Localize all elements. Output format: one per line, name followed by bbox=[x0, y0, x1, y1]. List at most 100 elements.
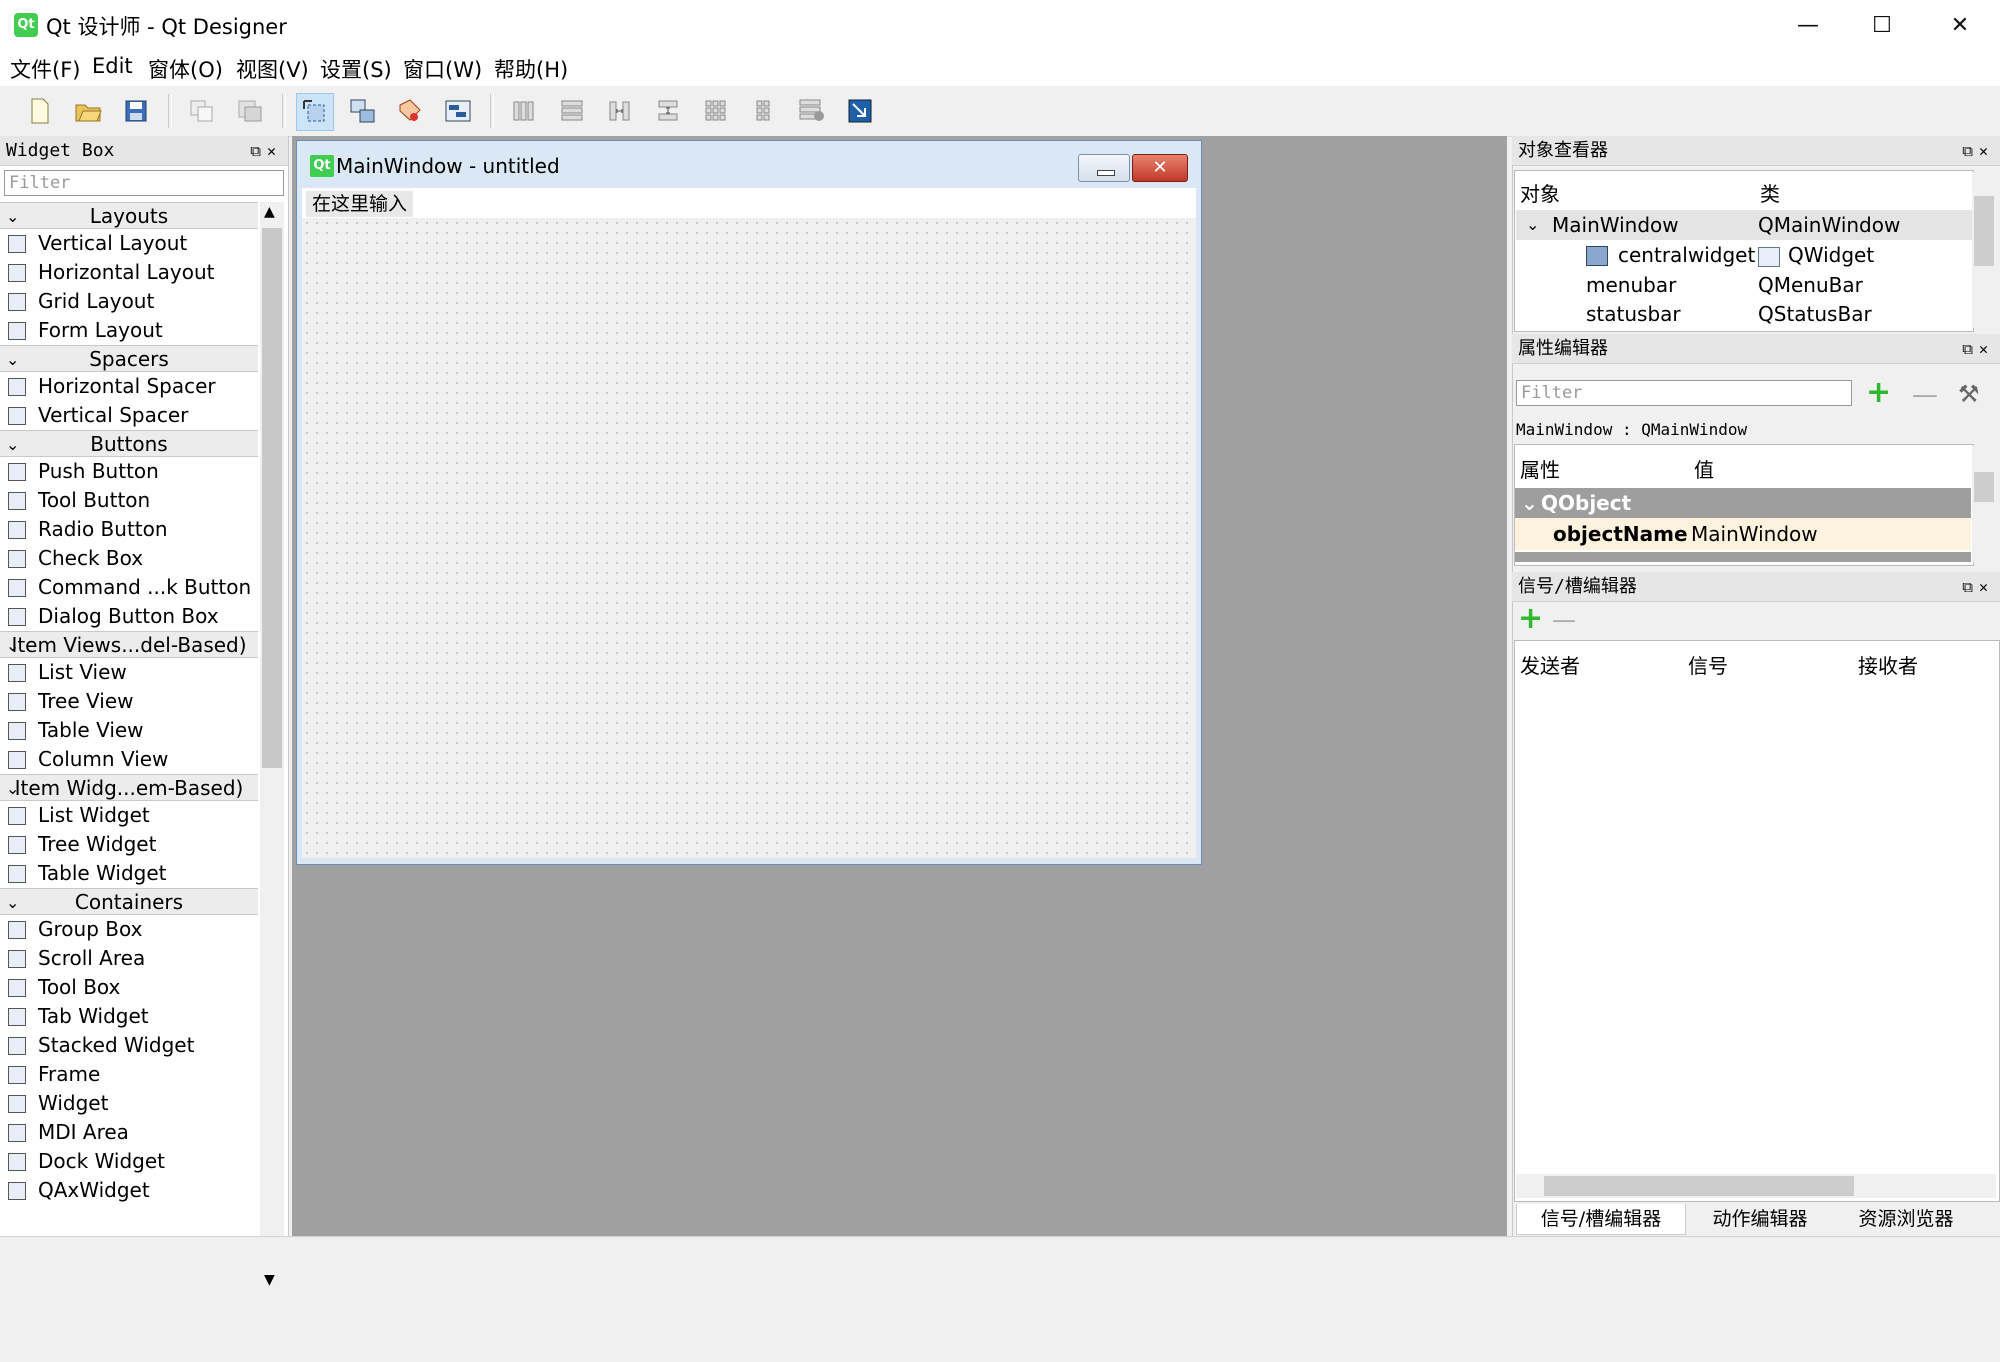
widget-item[interactable]: Group Box bbox=[0, 915, 258, 944]
tab-signal-slot-editor[interactable]: 信号/槽编辑器 bbox=[1516, 1204, 1686, 1235]
widget-item[interactable]: Grid Layout bbox=[0, 287, 258, 316]
widget-filter-input[interactable]: Filter bbox=[4, 170, 284, 196]
col-sender-header[interactable]: 发送者 bbox=[1520, 650, 1580, 679]
edit-widgets-icon[interactable] bbox=[296, 93, 334, 131]
property-filter-input[interactable]: Filter bbox=[1516, 380, 1852, 406]
widget-item[interactable]: Dialog Button Box bbox=[0, 602, 258, 631]
menu-form[interactable]: 窗体(O) bbox=[148, 54, 223, 84]
widget-item[interactable]: Command ...k Button bbox=[0, 573, 258, 602]
widget-item[interactable]: Tab Widget bbox=[0, 1002, 258, 1031]
remove-connection-icon[interactable]: — bbox=[1552, 608, 1576, 632]
scrollbar-thumb[interactable] bbox=[262, 228, 282, 768]
dock-float-close-icons[interactable]: ⧉✕ bbox=[1962, 572, 1994, 602]
menu-file[interactable]: 文件(F) bbox=[10, 54, 80, 84]
scroll-down-icon[interactable]: ▼ bbox=[264, 1272, 275, 1288]
tree-row-menubar[interactable]: menubar QMenuBar bbox=[1516, 270, 1972, 300]
widget-item[interactable]: Tree Widget bbox=[0, 830, 258, 859]
widget-category[interactable]: ⌄ Item Widg...em-Based) bbox=[0, 774, 258, 801]
col-receiver-header[interactable]: 接收者 bbox=[1858, 650, 1918, 679]
dock-float-close-icons[interactable]: ⧉✕ bbox=[1962, 334, 1994, 364]
tree-row-centralwidget[interactable]: centralwidget QWidget bbox=[1516, 240, 1972, 270]
edit-signals-icon[interactable] bbox=[344, 93, 380, 129]
copy-icon[interactable] bbox=[184, 93, 220, 129]
widget-item[interactable]: Tool Button bbox=[0, 486, 258, 515]
form-canvas[interactable] bbox=[302, 188, 1196, 858]
widget-category[interactable]: ⌄ Containers bbox=[0, 888, 258, 915]
widget-item[interactable]: List Widget bbox=[0, 801, 258, 830]
widget-item[interactable]: Vertical Layout bbox=[0, 229, 258, 258]
new-file-icon[interactable] bbox=[22, 93, 58, 129]
object-tree-scrollbar[interactable] bbox=[1972, 172, 1996, 328]
widget-list-scrollbar[interactable]: ▲ ▼ bbox=[260, 202, 284, 1362]
widget-category[interactable]: ⌄ Buttons bbox=[0, 430, 258, 457]
widget-category[interactable]: ⌄ Item Views...del-Based) bbox=[0, 631, 258, 658]
minimize-button[interactable]: — bbox=[1768, 0, 1848, 50]
widget-item[interactable]: Column View bbox=[0, 745, 258, 774]
widget-item[interactable]: QAxWidget bbox=[0, 1176, 258, 1205]
col-value-header[interactable]: 值 bbox=[1694, 454, 1714, 483]
col-signal-header[interactable]: 信号 bbox=[1688, 650, 1728, 679]
property-value[interactable]: MainWindow bbox=[1691, 518, 1818, 550]
menu-settings[interactable]: 设置(S) bbox=[320, 54, 392, 84]
widget-item[interactable]: Scroll Area bbox=[0, 944, 258, 973]
layout-h-splitter-icon[interactable] bbox=[602, 93, 638, 129]
tree-row-mainwindow[interactable]: ⌄ MainWindow QMainWindow bbox=[1516, 210, 1972, 240]
dock-float-close-icons[interactable]: ⧉✕ bbox=[1962, 136, 1994, 166]
layout-vertical-icon[interactable] bbox=[554, 93, 590, 129]
scroll-up-icon[interactable]: ▲ bbox=[264, 204, 275, 220]
layout-v-splitter-icon[interactable] bbox=[650, 93, 686, 129]
form-minimize-button[interactable] bbox=[1078, 154, 1130, 182]
widget-item[interactable]: Tree View bbox=[0, 687, 258, 716]
remove-property-icon[interactable]: — bbox=[1912, 382, 1938, 408]
widget-item[interactable]: Frame bbox=[0, 1060, 258, 1089]
widget-item[interactable]: Table Widget bbox=[0, 859, 258, 888]
form-menu-type-here[interactable]: 在这里输入 bbox=[306, 191, 414, 217]
widget-item[interactable]: MDI Area bbox=[0, 1118, 258, 1147]
widget-item[interactable]: Radio Button bbox=[0, 515, 258, 544]
widget-item[interactable]: Form Layout bbox=[0, 316, 258, 345]
configure-wrench-icon[interactable]: ⚒ bbox=[1958, 380, 1980, 408]
form-close-button[interactable]: ✕ bbox=[1132, 154, 1188, 182]
layout-form-icon[interactable] bbox=[746, 93, 782, 129]
tab-action-editor[interactable]: 动作编辑器 bbox=[1690, 1204, 1830, 1234]
add-connection-icon[interactable]: + bbox=[1518, 604, 1543, 634]
col-object-header[interactable]: 对象 bbox=[1520, 178, 1560, 207]
add-property-icon[interactable]: + bbox=[1866, 378, 1891, 408]
widget-item[interactable]: Table View bbox=[0, 716, 258, 745]
open-folder-icon[interactable] bbox=[70, 93, 106, 129]
layout-horizontal-icon[interactable] bbox=[506, 93, 542, 129]
break-layout-icon[interactable] bbox=[794, 93, 830, 129]
edit-buddies-icon[interactable] bbox=[392, 93, 428, 129]
widget-item[interactable]: Horizontal Spacer bbox=[0, 372, 258, 401]
close-button[interactable]: ✕ bbox=[1920, 0, 2000, 50]
widget-item[interactable]: Tool Box bbox=[0, 973, 258, 1002]
paste-icon[interactable] bbox=[232, 93, 268, 129]
widget-item[interactable]: Check Box bbox=[0, 544, 258, 573]
widget-item[interactable]: List View bbox=[0, 658, 258, 687]
dock-float-close-icons[interactable]: ⧉✕ bbox=[250, 136, 282, 166]
widget-item[interactable]: Dock Widget bbox=[0, 1147, 258, 1176]
adjust-size-icon[interactable] bbox=[842, 93, 878, 129]
property-group-qobject[interactable]: ⌄ QObject bbox=[1515, 488, 1971, 518]
property-scrollbar[interactable] bbox=[1972, 446, 1996, 562]
widget-item[interactable]: Push Button bbox=[0, 457, 258, 486]
widget-item[interactable]: Vertical Spacer bbox=[0, 401, 258, 430]
tree-row-statusbar[interactable]: statusbar QStatusBar bbox=[1516, 299, 1972, 329]
edit-tab-order-icon[interactable] bbox=[440, 93, 476, 129]
property-row-objectname[interactable]: objectName MainWindow bbox=[1515, 518, 1971, 550]
widget-item[interactable]: Horizontal Layout bbox=[0, 258, 258, 287]
menu-view[interactable]: 视图(V) bbox=[236, 54, 309, 84]
layout-grid-icon[interactable] bbox=[698, 93, 734, 129]
widget-category[interactable]: ⌄ Spacers bbox=[0, 345, 258, 372]
save-icon[interactable] bbox=[118, 93, 154, 129]
col-class-header[interactable]: 类 bbox=[1760, 178, 1780, 207]
menu-help[interactable]: 帮助(H) bbox=[494, 54, 568, 84]
widget-category[interactable]: ⌄ Layouts bbox=[0, 202, 258, 229]
widget-item[interactable]: Widget bbox=[0, 1089, 258, 1118]
connection-h-scrollbar[interactable] bbox=[1516, 1174, 1996, 1198]
menu-edit[interactable]: Edit bbox=[92, 54, 133, 78]
maximize-button[interactable]: ☐ bbox=[1842, 0, 1922, 50]
widget-item[interactable]: Stacked Widget bbox=[0, 1031, 258, 1060]
col-property-header[interactable]: 属性 bbox=[1520, 454, 1560, 483]
tab-resource-browser[interactable]: 资源浏览器 bbox=[1836, 1204, 1976, 1234]
